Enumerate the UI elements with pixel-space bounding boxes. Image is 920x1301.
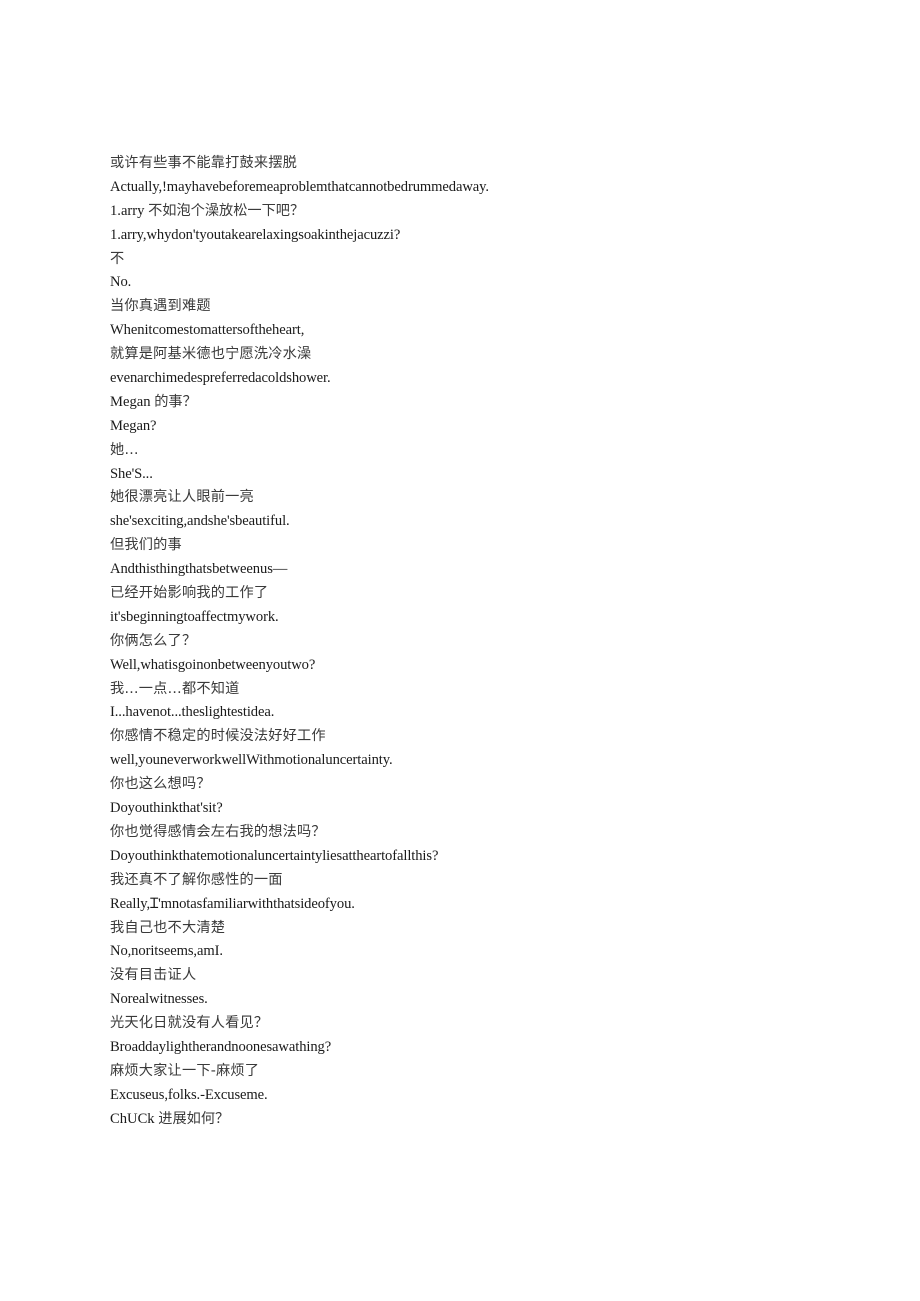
transcript-line: Doyouthinkthat'sit? <box>110 800 223 817</box>
transcript-line: 麻烦大家让一下-麻烦了 <box>110 1062 260 1079</box>
transcript-line: No. <box>110 274 132 291</box>
transcript-line: Excuseus,folks.-Excuseme. <box>110 1086 268 1103</box>
transcript-line: 不 <box>110 250 125 267</box>
transcript-line: 你俩怎么了？ <box>110 632 197 649</box>
transcript-line: 她… <box>110 441 139 458</box>
transcript-line: 1.arry 不如泡个澡放松一下吧？ <box>110 200 810 224</box>
transcript-line: 我…一点…都不知道 <box>110 680 240 697</box>
transcript-line: Norealwitnesses. <box>110 991 208 1008</box>
transcript-line: Really,Ɪ'mnotasfamiliarwiththatsideofyou… <box>110 895 355 912</box>
transcript-line: Well,whatisgoinonbetweenyoutwo? <box>110 656 316 673</box>
transcript-line: 你感情不稳定的时候没法好好工作 <box>110 728 326 745</box>
transcript-line: evenarchimedespreferredacoldshower. <box>110 370 331 387</box>
transcript-line: 就算是阿基米德也宁愿洗冷水澡 <box>110 346 312 363</box>
transcript-line: ChUCk 进展如何？ <box>110 1108 810 1132</box>
transcript-line: Broaddaylightherandnoonesawathing? <box>110 1038 332 1055</box>
transcript-line-han-run: 不如泡个澡放松一下吧？ <box>148 202 305 219</box>
transcript-line: Megan 的事？ <box>110 391 810 415</box>
transcript-line: 光天化日就没有人看见？ <box>110 1015 269 1032</box>
transcript-line: 我还真不了解你感性的一面 <box>110 871 283 888</box>
transcript-line-latin-run: ChUCk <box>110 1110 159 1127</box>
transcript-line-han-run: 进展如何？ <box>158 1110 230 1127</box>
transcript-line: Actually,!mayhavebeforemeaproblemthatcan… <box>110 178 489 195</box>
transcript-line: 但我们的事 <box>110 537 182 554</box>
transcript-line: I...havenot...theslightestidea. <box>110 704 275 721</box>
transcript-line: 已经开始影响我的工作了 <box>110 585 269 602</box>
transcript-line-han-run: 的事？ <box>154 393 197 410</box>
transcript-line-latin-run: 1.arry <box>110 202 149 219</box>
transcript-line: 我自己也不大清楚 <box>110 919 226 936</box>
transcript-line: 你也觉得感情会左右我的想法吗？ <box>110 823 326 840</box>
transcript-line: 或许有些事不能靠打鼓来摆脱 <box>110 155 298 171</box>
transcript-line: No,noritseems,amI. <box>110 943 223 960</box>
document-page: 或许有些事不能靠打鼓来摆脱 Actually,!mayhavebeforemeap… <box>0 0 920 1301</box>
transcript-line: 当你真遇到难题 <box>110 298 211 315</box>
transcript-line: She'S... <box>110 465 153 482</box>
transcript-line: Megan? <box>110 417 157 434</box>
transcript-line: 你也这么想吗？ <box>110 776 211 793</box>
transcript-line: Andthisthingthatsbetweenus— <box>110 561 288 578</box>
transcript-line: 1.arry,whydon'tyoutakearelaxingsoakinthe… <box>110 226 401 243</box>
transcript-text-block: 或许有些事不能靠打鼓来摆脱 Actually,!mayhavebeforemeap… <box>110 152 810 1132</box>
transcript-line: 她很漂亮让人眼前一亮 <box>110 489 254 506</box>
transcript-line: Whenitcomestomattersoftheheart, <box>110 322 305 339</box>
transcript-line-latin-run: Megan <box>110 393 155 410</box>
transcript-line: she'sexciting,andshe'sbeautiful. <box>110 513 290 530</box>
transcript-line: 没有目击证人 <box>110 967 197 984</box>
transcript-line: it'sbeginningtoaffectmywork. <box>110 608 279 625</box>
transcript-line: Doyouthinkthatemotionaluncertaintyliesat… <box>110 847 439 864</box>
transcript-line: well,youneverworkwellWithmotionaluncerta… <box>110 752 393 769</box>
